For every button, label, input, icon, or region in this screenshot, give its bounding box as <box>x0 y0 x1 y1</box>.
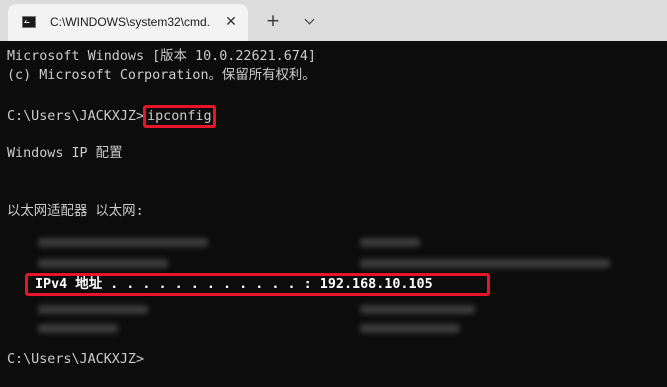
version-line: Microsoft Windows [版本 10.0.22621.674] <box>7 49 316 64</box>
redacted-text <box>38 324 118 333</box>
copyright-line: (c) Microsoft Corporation。保留所有权利。 <box>7 68 316 83</box>
prompt-line[interactable]: C:\Users\JACKXJZ> <box>7 350 144 369</box>
redacted-text <box>38 238 208 247</box>
command-line: C:\Users\JACKXJZ> ipconfig <box>7 105 216 128</box>
terminal-window: C:\WINDOWS\system32\cmd. ✕ + Microsoft W… <box>0 0 667 387</box>
ip-config-title: Windows IP 配置 <box>7 146 123 161</box>
redacted-text <box>360 259 610 268</box>
new-tab-button[interactable]: + <box>262 10 284 32</box>
terminal-output[interactable]: Microsoft Windows [版本 10.0.22621.674] (c… <box>0 41 667 387</box>
redacted-text <box>38 259 168 268</box>
adapter-title: 以太网适配器 以太网: <box>7 204 144 219</box>
close-icon[interactable]: ✕ <box>221 12 241 32</box>
ipv4-address-line: IPv4 地址 . . . . . . . . . . . . : 192.16… <box>35 277 433 292</box>
redacted-text <box>360 238 420 247</box>
tab-title: C:\WINDOWS\system32\cmd. <box>50 15 211 29</box>
redacted-text <box>360 324 460 333</box>
terminal-icon <box>22 16 36 28</box>
ipconfig-command: ipconfig <box>143 105 216 128</box>
chevron-down-icon[interactable] <box>298 10 320 32</box>
redacted-text <box>360 305 475 314</box>
title-bar: C:\WINDOWS\system32\cmd. ✕ + <box>0 0 667 41</box>
tab-cmd[interactable]: C:\WINDOWS\system32\cmd. ✕ <box>8 4 248 41</box>
prompt: C:\Users\JACKXJZ> <box>7 109 145 124</box>
redacted-text <box>38 305 148 314</box>
